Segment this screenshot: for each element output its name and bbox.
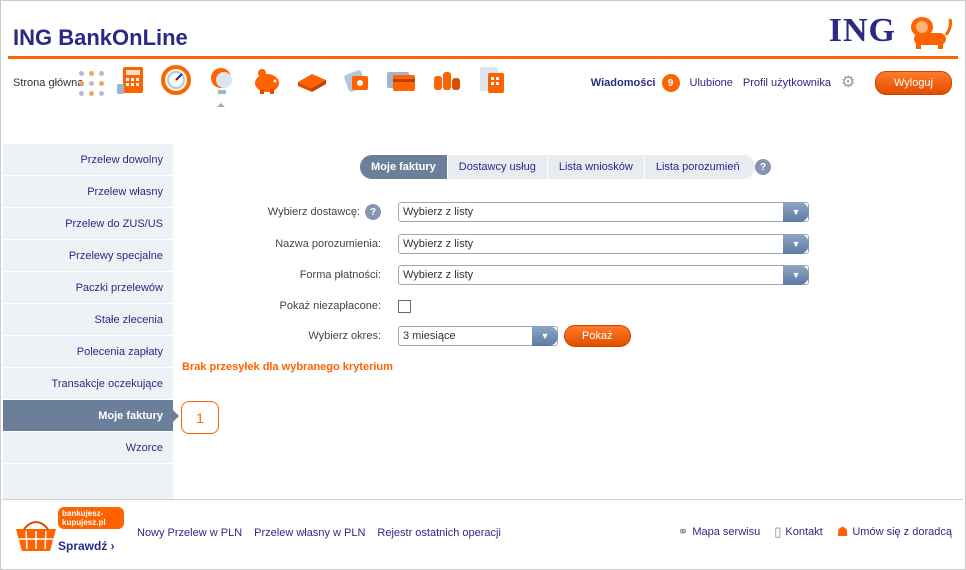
lion-icon xyxy=(911,17,952,49)
agreement-select-value: Wybierz z listy xyxy=(403,238,474,250)
cards-icon[interactable] xyxy=(385,64,418,97)
period-row: Wybierz okres: 3 miesiące ▼ Pokaż xyxy=(180,325,830,347)
tab-lista-wnioskow[interactable]: Lista wniosków xyxy=(548,155,645,179)
messages-link[interactable]: Wiadomości xyxy=(591,77,656,89)
provider-select-value: Wybierz z listy xyxy=(403,206,474,218)
payment-row: Forma płatności: Wybierz z listy ▼ xyxy=(180,265,830,285)
show-button[interactable]: Pokaż xyxy=(564,325,631,347)
sidebar-item-przelew-wlasny[interactable]: Przelew własny xyxy=(3,176,173,208)
payment-select-value: Wybierz z listy xyxy=(403,269,474,281)
provider-row: Wybierz dostawcę: ? Wybierz z listy ▼ xyxy=(180,202,830,222)
tab-dostawcy-uslug[interactable]: Dostawcy usług xyxy=(448,155,548,179)
piggy-bank-icon[interactable] xyxy=(250,64,283,97)
header-divider xyxy=(8,56,958,59)
footer-link-operations-register[interactable]: Rejestr ostatnich operacji xyxy=(377,527,501,539)
chevron-down-icon[interactable]: ▼ xyxy=(783,265,809,285)
promo-text: bankujesz-kupujesz.pl xyxy=(58,507,124,529)
advisor-link[interactable]: ☗ Umów się z doradcą xyxy=(837,524,952,540)
sitemap-link[interactable]: ⚭ Mapa serwisu xyxy=(677,524,760,540)
chevron-down-icon[interactable]: ▼ xyxy=(532,326,558,346)
sitemap-icon: ⚭ xyxy=(677,524,689,539)
help-icon[interactable]: ? xyxy=(755,159,771,175)
home-link[interactable]: Strona główna xyxy=(13,77,83,89)
chevron-down-icon[interactable]: ▼ xyxy=(783,202,809,222)
footer-link-new-transfer[interactable]: Nowy Przelew w PLN xyxy=(137,527,242,539)
promo-cta[interactable]: Sprawdź › xyxy=(58,539,115,553)
sidebar-item-paczki-przelewow[interactable]: Paczki przelewów xyxy=(3,272,173,304)
unpaid-checkbox[interactable] xyxy=(398,299,411,313)
payment-label: Forma płatności: xyxy=(299,269,381,281)
tab-bar: Moje faktury Dostawcy usług Lista wniosk… xyxy=(360,155,755,179)
period-select[interactable]: 3 miesiące ▼ xyxy=(398,326,558,346)
payment-select[interactable]: Wybierz z listy ▼ xyxy=(398,265,809,285)
footer-links: Nowy Przelew w PLN Przelew własny w PLN … xyxy=(137,527,501,539)
provider-help-icon[interactable]: ? xyxy=(365,204,381,220)
sidebar-item-polecenia-zaplaty[interactable]: Polecenia zapłaty xyxy=(3,336,173,368)
advisor-icon: ☗ xyxy=(836,524,849,539)
sidebar-item-moje-faktury[interactable]: Moje faktury xyxy=(3,400,179,432)
provider-select[interactable]: Wybierz z listy ▼ xyxy=(398,202,809,222)
speedometer-icon[interactable] xyxy=(160,64,193,97)
coins-icon[interactable] xyxy=(430,64,463,97)
ing-logo[interactable]: ING xyxy=(829,12,954,50)
no-results-message: Brak przesyłek dla wybranego kryterium xyxy=(182,361,393,373)
product-toolbar xyxy=(115,64,508,107)
sidebar: Przelew dowolny Przelew własny Przelew d… xyxy=(3,144,179,499)
money-bag-icon[interactable] xyxy=(340,64,373,97)
wallet-icon[interactable] xyxy=(295,64,328,97)
period-label: Wybierz okres: xyxy=(308,330,381,342)
profile-link[interactable]: Profil użytkownika xyxy=(743,77,831,89)
footer-utility-links: ⚭ Mapa serwisu ▯ Kontakt ☗ Umów się z dorad… xyxy=(677,524,952,540)
contact-link[interactable]: ▯ Kontakt xyxy=(774,524,822,540)
period-select-value: 3 miesiące xyxy=(403,330,456,342)
phone-icon: ▯ xyxy=(774,524,782,539)
sidebar-item-przelewy-specjalne[interactable]: Przelewy specjalne xyxy=(3,240,173,272)
sidebar-item-przelew-dowolny[interactable]: Przelew dowolny xyxy=(3,144,173,176)
tab-lista-porozumien[interactable]: Lista porozumień xyxy=(645,155,751,179)
app-title: ING BankOnLine xyxy=(13,25,188,50)
favorites-link[interactable]: Ulubione xyxy=(690,77,733,89)
basket-icon xyxy=(16,521,56,551)
chevron-down-icon[interactable]: ▼ xyxy=(783,234,809,254)
gear-icon[interactable]: ⚙ xyxy=(841,75,857,91)
sidebar-item-wzorce[interactable]: Wzorce xyxy=(3,432,173,464)
footer-divider xyxy=(3,499,963,500)
footer-link-own-transfer[interactable]: Przelew własny w PLN xyxy=(254,527,365,539)
unpaid-row: Pokaż niezapłacone: xyxy=(180,296,830,316)
document-calculator-icon[interactable] xyxy=(475,64,508,97)
logo-text: ING xyxy=(828,12,896,49)
top-navigation: Wiadomości 9 Ulubione Profil użytkownika… xyxy=(591,71,952,95)
provider-label: Wybierz dostawcę: xyxy=(267,206,360,218)
calculator-icon[interactable] xyxy=(115,64,148,97)
grid-menu-icon[interactable] xyxy=(78,70,106,98)
messages-count-badge[interactable]: 9 xyxy=(661,74,680,92)
unpaid-label: Pokaż niezapłacone: xyxy=(279,300,381,312)
promo-banner[interactable]: bankujesz-kupujesz.pl Sprawdź › xyxy=(12,507,124,557)
tab-moje-faktury[interactable]: Moje faktury xyxy=(360,155,448,179)
logout-button[interactable]: Wyloguj xyxy=(874,71,952,95)
agreement-row: Nazwa porozumienia: Wybierz z listy ▼ xyxy=(180,234,830,254)
sidebar-item-przelew-zus-us[interactable]: Przelew do ZUS/US xyxy=(3,208,173,240)
agreement-label: Nazwa porozumienia: xyxy=(275,238,381,250)
step-callout: 1 xyxy=(181,401,219,434)
sidebar-item-transakcje-oczekujace[interactable]: Transakcje oczekujące xyxy=(3,368,173,400)
provider-label-wrap: Wybierz dostawcę: ? xyxy=(180,204,398,220)
agreement-select[interactable]: Wybierz z listy ▼ xyxy=(398,234,809,254)
sidebar-item-stale-zlecenia[interactable]: Stałe zlecenia xyxy=(3,304,173,336)
globe-icon[interactable] xyxy=(205,64,238,107)
